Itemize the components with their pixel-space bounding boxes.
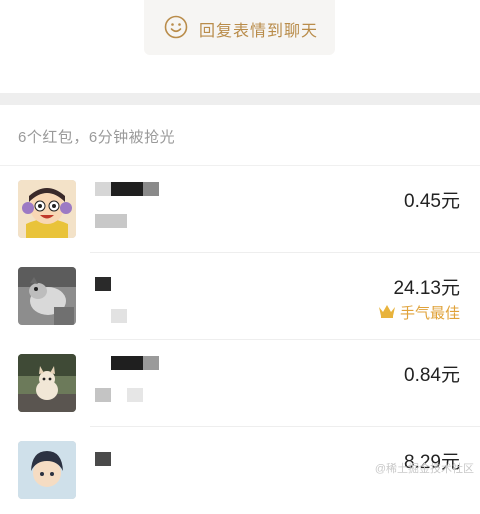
avatar[interactable] bbox=[18, 354, 76, 412]
crown-icon bbox=[378, 303, 396, 322]
avatar[interactable] bbox=[18, 180, 76, 238]
avatar[interactable] bbox=[18, 441, 76, 499]
list-item[interactable]: 0.45元 bbox=[0, 166, 480, 253]
redpacket-summary: 6个红包，6分钟被抢光 bbox=[18, 129, 176, 146]
best-luck-badge: 手气最佳 bbox=[378, 302, 460, 323]
time-block bbox=[127, 388, 143, 402]
smile-icon bbox=[164, 15, 188, 39]
name-block bbox=[111, 182, 143, 196]
time-block bbox=[95, 214, 127, 228]
time-block bbox=[95, 388, 111, 402]
amount: 0.45元 bbox=[404, 191, 460, 212]
name-block bbox=[95, 277, 111, 291]
name-block bbox=[143, 182, 159, 196]
name-block bbox=[143, 356, 159, 370]
top-area: 回复表情到聊天 bbox=[0, 0, 480, 93]
name-block bbox=[95, 182, 111, 196]
avatar[interactable] bbox=[18, 267, 76, 325]
name-block bbox=[111, 356, 143, 370]
section-separator bbox=[0, 93, 480, 105]
name-block bbox=[95, 452, 111, 466]
reply-label: 回复表情到聊天 bbox=[199, 23, 319, 40]
reply-with-sticker-button[interactable]: 回复表情到聊天 bbox=[144, 0, 335, 55]
watermark: @稀土掘金技术社区 bbox=[374, 463, 474, 475]
amount: 24.13元 bbox=[393, 278, 460, 299]
list-item[interactable]: 0.84元 bbox=[0, 340, 480, 427]
time-block bbox=[111, 309, 127, 323]
best-luck-label: 手气最佳 bbox=[399, 305, 460, 322]
list-item[interactable]: 24.13元 手气最佳 bbox=[0, 253, 480, 340]
amount: 0.84元 bbox=[404, 365, 460, 386]
